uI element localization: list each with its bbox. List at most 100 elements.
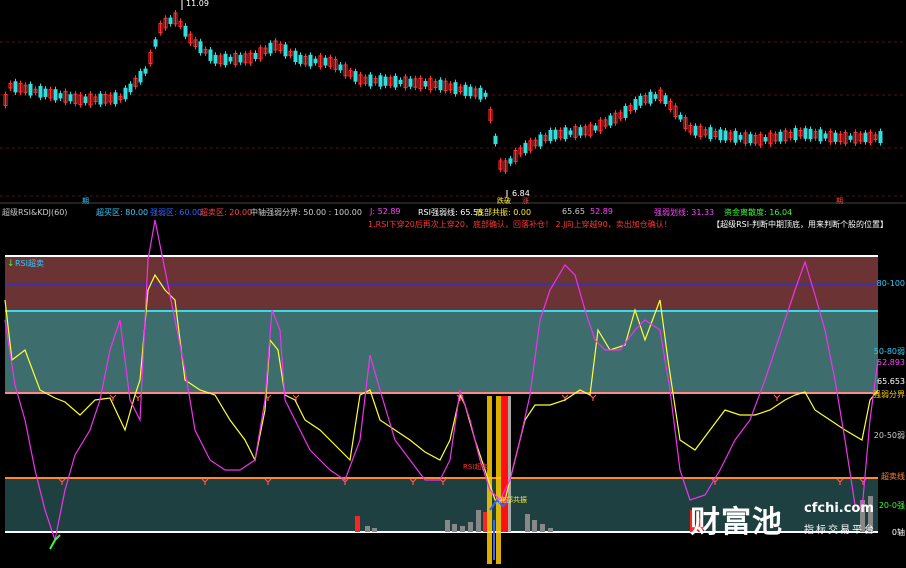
candle-body [833, 132, 838, 142]
upper-grid [0, 41, 906, 204]
legend-arrow-icon: ↓ [7, 259, 15, 269]
axis-label-oversold: 超卖线 [881, 472, 905, 481]
candle-body [738, 134, 743, 140]
bottom-signal-bar [501, 396, 508, 532]
candle-body [878, 131, 883, 144]
candle-body [723, 130, 728, 141]
watermark-domain: cfchi.com [804, 501, 874, 516]
condition-text: 1.RSI下穿20后再次上穿20，底部确认，回落补仓！ 2.J向上穿越90，卖出… [368, 220, 672, 229]
volume-bar [460, 526, 465, 532]
axis-label-80-100: 80-100 [876, 279, 905, 288]
candle-body [213, 54, 218, 64]
candle-body [283, 44, 288, 57]
candle-body [223, 53, 228, 66]
candle-body [483, 92, 488, 97]
bottom-marker: 期 [836, 197, 843, 205]
candle-body [568, 130, 573, 135]
candle-body [823, 133, 828, 139]
candle-body [53, 89, 58, 101]
candle-body [338, 64, 343, 71]
candle-body [808, 129, 813, 140]
candle-body [463, 84, 468, 96]
rsi-legend-label: RSI超卖 [15, 258, 44, 268]
candle-body [653, 94, 658, 99]
candle-body [38, 85, 43, 98]
signal-marker [773, 394, 781, 401]
candle-body [58, 93, 63, 99]
stock-chart-svg[interactable]: 11.09 6.84 期跌破涨期 ↓ RSI超卖 RSI超卖 底部共振 [0, 0, 906, 565]
candle-body [593, 125, 598, 131]
candle-body [293, 50, 298, 63]
candle-body [468, 86, 473, 97]
candle-body [638, 95, 643, 106]
candle-body [308, 54, 313, 67]
volume-bar [468, 522, 473, 532]
price-high-label: 11.09 [186, 0, 209, 8]
candle-body [128, 83, 133, 93]
header-item-0: 超买区: 80.00 [96, 208, 149, 217]
candle-body [693, 125, 698, 136]
candle-body [563, 127, 568, 140]
header-item-1: 强弱区: 60.00 [150, 208, 203, 217]
bottom-marker: 期 [82, 197, 89, 205]
axis-label-50-80: 50-80弱 [873, 347, 905, 356]
candle-body [763, 137, 768, 142]
candle-body [228, 56, 233, 62]
candle-body [493, 135, 498, 145]
candle-body [678, 114, 683, 120]
candle-body [123, 87, 128, 100]
signal-markers [58, 394, 867, 485]
header-item-4: J: 52.89 [370, 207, 401, 216]
header-item-5: RSI强弱线: 65.55 [418, 208, 484, 217]
candle-body [793, 128, 798, 141]
candle-body [208, 49, 213, 61]
candle-body [633, 99, 638, 110]
candle-body [648, 91, 653, 104]
candle-body [478, 87, 483, 100]
candle-body [153, 39, 158, 47]
candlestick-series [3, 0, 883, 198]
candle-body [28, 83, 33, 96]
volume-bar [476, 510, 481, 532]
watermark-logo: 财富池 [690, 505, 783, 540]
candle-body [83, 96, 88, 104]
candle-body [238, 54, 243, 63]
axis-label-rsi-value: 65.653 [877, 377, 905, 386]
indicator-name: 超级RSI&KDJ(60) [2, 208, 68, 217]
watermark-slogan: 指标交易平台 [804, 525, 876, 536]
bottom-marker: 跌破 [497, 196, 511, 205]
zone-80-100 [5, 256, 878, 310]
axis-label-divide: 强弱分界 [873, 390, 905, 399]
header-item-10: 资金离散度: 16.04 [724, 208, 793, 217]
header-item-6: 底部共振: 0.00 [476, 208, 532, 217]
candle-body [608, 115, 613, 126]
candle-body [818, 129, 823, 142]
volume-bar [540, 524, 545, 532]
signal-marker [134, 394, 142, 401]
zone-50-80 [5, 311, 878, 393]
candle-body [863, 132, 868, 143]
chart-stage[interactable]: 11.09 6.84 期跌破涨期 ↓ RSI超卖 RSI超卖 底部共振 超级RS… [0, 0, 906, 565]
candle-body [378, 75, 383, 87]
candle-body [548, 129, 553, 142]
volume-bar [372, 528, 377, 532]
candle-body [253, 52, 258, 59]
candle-body [168, 17, 173, 24]
candle-body [408, 78, 413, 87]
candle-body [113, 92, 118, 105]
bottom-marker: 涨 [522, 196, 529, 205]
candle-body [508, 158, 513, 164]
candle-body [13, 81, 18, 93]
bottom-signal-bar [496, 396, 501, 564]
bottom-signal-bar [493, 520, 495, 560]
candle-body [623, 106, 628, 118]
candle-body [718, 129, 723, 141]
candle-body [198, 41, 203, 54]
signal-marker [589, 394, 597, 401]
candle-body [183, 25, 188, 37]
volume-bar [548, 528, 553, 532]
header-item-9: 强弱划线: 31.33 [654, 208, 715, 217]
candle-body [383, 76, 388, 86]
candle-body [98, 93, 103, 105]
candle-body [778, 131, 783, 142]
